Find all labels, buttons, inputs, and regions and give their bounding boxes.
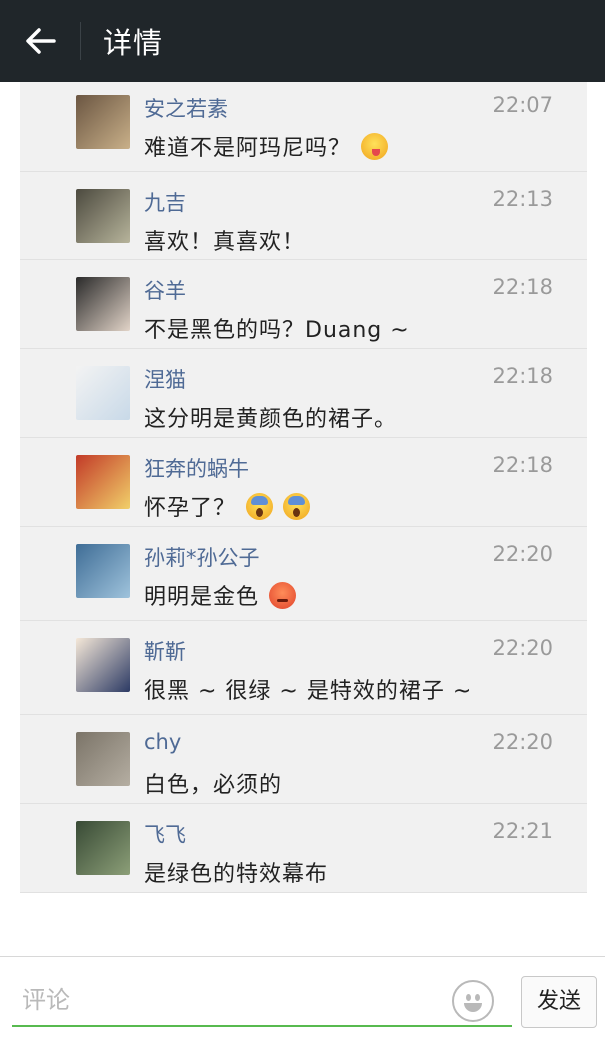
back-button[interactable] bbox=[0, 0, 80, 82]
comment-time: 22:13 bbox=[492, 187, 553, 211]
comment-text-content: 怀孕了？ bbox=[144, 496, 237, 521]
comment-item[interactable]: chy 22:20 白色，必须的 bbox=[20, 715, 587, 804]
comment-text: 明明是金色 bbox=[144, 579, 297, 611]
send-button[interactable]: 发送 bbox=[521, 976, 597, 1028]
comment-text: 喜欢！真喜欢！ bbox=[144, 224, 305, 256]
commenter-name[interactable]: 飞飞 bbox=[144, 819, 186, 849]
comment-item[interactable]: 安之若素 22:07 难道不是阿玛尼吗？ bbox=[20, 82, 587, 172]
comment-list: 旺小22:05有穿吗？安之若素22:07难道不是阿玛尼吗？九吉22:13喜欢！真… bbox=[20, 82, 587, 893]
avatar[interactable] bbox=[76, 638, 130, 692]
comment-item[interactable]: 孙莉*孙公子 22:20 明明是金色 bbox=[20, 527, 587, 621]
comment-text: 不是黑色的吗？Duang ~ bbox=[144, 312, 410, 344]
avatar[interactable] bbox=[76, 277, 130, 331]
arrow-left-icon bbox=[26, 28, 56, 54]
comment-item[interactable]: 涅猫 22:18 这分明是黄颜色的裙子。 bbox=[20, 349, 587, 438]
comment-list-viewport[interactable]: 旺小22:05有穿吗？安之若素22:07难道不是阿玛尼吗？九吉22:13喜欢！真… bbox=[0, 82, 605, 956]
comment-item[interactable]: 靳靳 22:20 很黑 ~ 很绿 ~ 是特效的裙子 ~ bbox=[20, 621, 587, 715]
comment-text-content: 难道不是阿玛尼吗？ bbox=[144, 136, 352, 161]
comment-composer: 发送 bbox=[0, 956, 605, 1039]
avatar[interactable] bbox=[76, 732, 130, 786]
commenter-name[interactable]: 靳靳 bbox=[144, 636, 186, 666]
comment-time: 22:20 bbox=[492, 542, 553, 566]
comment-text-content: 明明是金色 bbox=[144, 585, 260, 610]
commenter-name[interactable]: 九吉 bbox=[144, 187, 186, 217]
avatar[interactable] bbox=[76, 821, 130, 875]
comment-time: 22:21 bbox=[492, 819, 553, 843]
commenter-name[interactable]: 涅猫 bbox=[144, 364, 186, 394]
comment-input[interactable] bbox=[12, 975, 512, 1027]
comment-time: 22:07 bbox=[492, 93, 553, 117]
avatar[interactable] bbox=[76, 455, 130, 509]
commenter-name[interactable]: 狂奔的蜗牛 bbox=[144, 453, 249, 483]
smiley-mouth bbox=[464, 1003, 482, 1012]
comment-text-content: 是绿色的特效幕布 bbox=[144, 862, 329, 887]
avatar[interactable] bbox=[76, 544, 130, 598]
page-title: 详情 bbox=[103, 26, 164, 60]
comment-item[interactable]: 九吉 22:13 喜欢！真喜欢！ bbox=[20, 172, 587, 260]
comment-text: 很黑 ~ 很绿 ~ 是特效的裙子 ~ bbox=[144, 673, 472, 705]
comment-text-content: 白色，必须的 bbox=[144, 773, 283, 798]
avatar[interactable] bbox=[76, 189, 130, 243]
scream-emoji-icon bbox=[246, 492, 274, 520]
header-divider bbox=[80, 22, 81, 60]
comment-text-content: 很黑 ~ 很绿 ~ 是特效的裙子 ~ bbox=[144, 679, 473, 704]
comment-text-content: 不是黑色的吗？Duang ~ bbox=[144, 318, 410, 343]
comment-time: 22:20 bbox=[492, 636, 553, 660]
smiley-icon[interactable] bbox=[452, 980, 494, 1022]
comment-text-content: 喜欢！真喜欢！ bbox=[144, 230, 306, 255]
avatar[interactable] bbox=[76, 366, 130, 420]
commenter-name[interactable]: 谷羊 bbox=[144, 275, 186, 305]
top-bar: 详情 bbox=[0, 0, 605, 82]
comment-text: 是绿色的特效幕布 bbox=[144, 856, 328, 888]
comment-text: 白色，必须的 bbox=[144, 767, 282, 799]
comment-text-content: 这分明是黄颜色的裙子。 bbox=[144, 407, 398, 432]
angry-emoji-icon bbox=[269, 581, 297, 609]
avatar[interactable] bbox=[76, 95, 130, 149]
comment-time: 22:18 bbox=[492, 453, 553, 477]
comment-item[interactable]: 狂奔的蜗牛 22:18 怀孕了？ bbox=[20, 438, 587, 527]
comment-text: 难道不是阿玛尼吗？ bbox=[144, 130, 389, 162]
comment-text: 这分明是黄颜色的裙子。 bbox=[144, 401, 397, 433]
commenter-name[interactable]: 安之若素 bbox=[144, 93, 228, 123]
commenter-name[interactable]: chy bbox=[144, 730, 181, 754]
comment-text: 怀孕了？ bbox=[144, 490, 311, 522]
comment-time: 22:20 bbox=[492, 730, 553, 754]
comment-time: 22:18 bbox=[492, 275, 553, 299]
comment-item[interactable]: 谷羊 22:18 不是黑色的吗？Duang ~ bbox=[20, 260, 587, 349]
commenter-name[interactable]: 孙莉*孙公子 bbox=[144, 542, 260, 572]
comment-time: 22:18 bbox=[492, 364, 553, 388]
scream-emoji-icon bbox=[283, 492, 311, 520]
wink-emoji-icon bbox=[361, 132, 389, 160]
comment-item[interactable]: 飞飞 22:21 是绿色的特效幕布 bbox=[20, 804, 587, 893]
